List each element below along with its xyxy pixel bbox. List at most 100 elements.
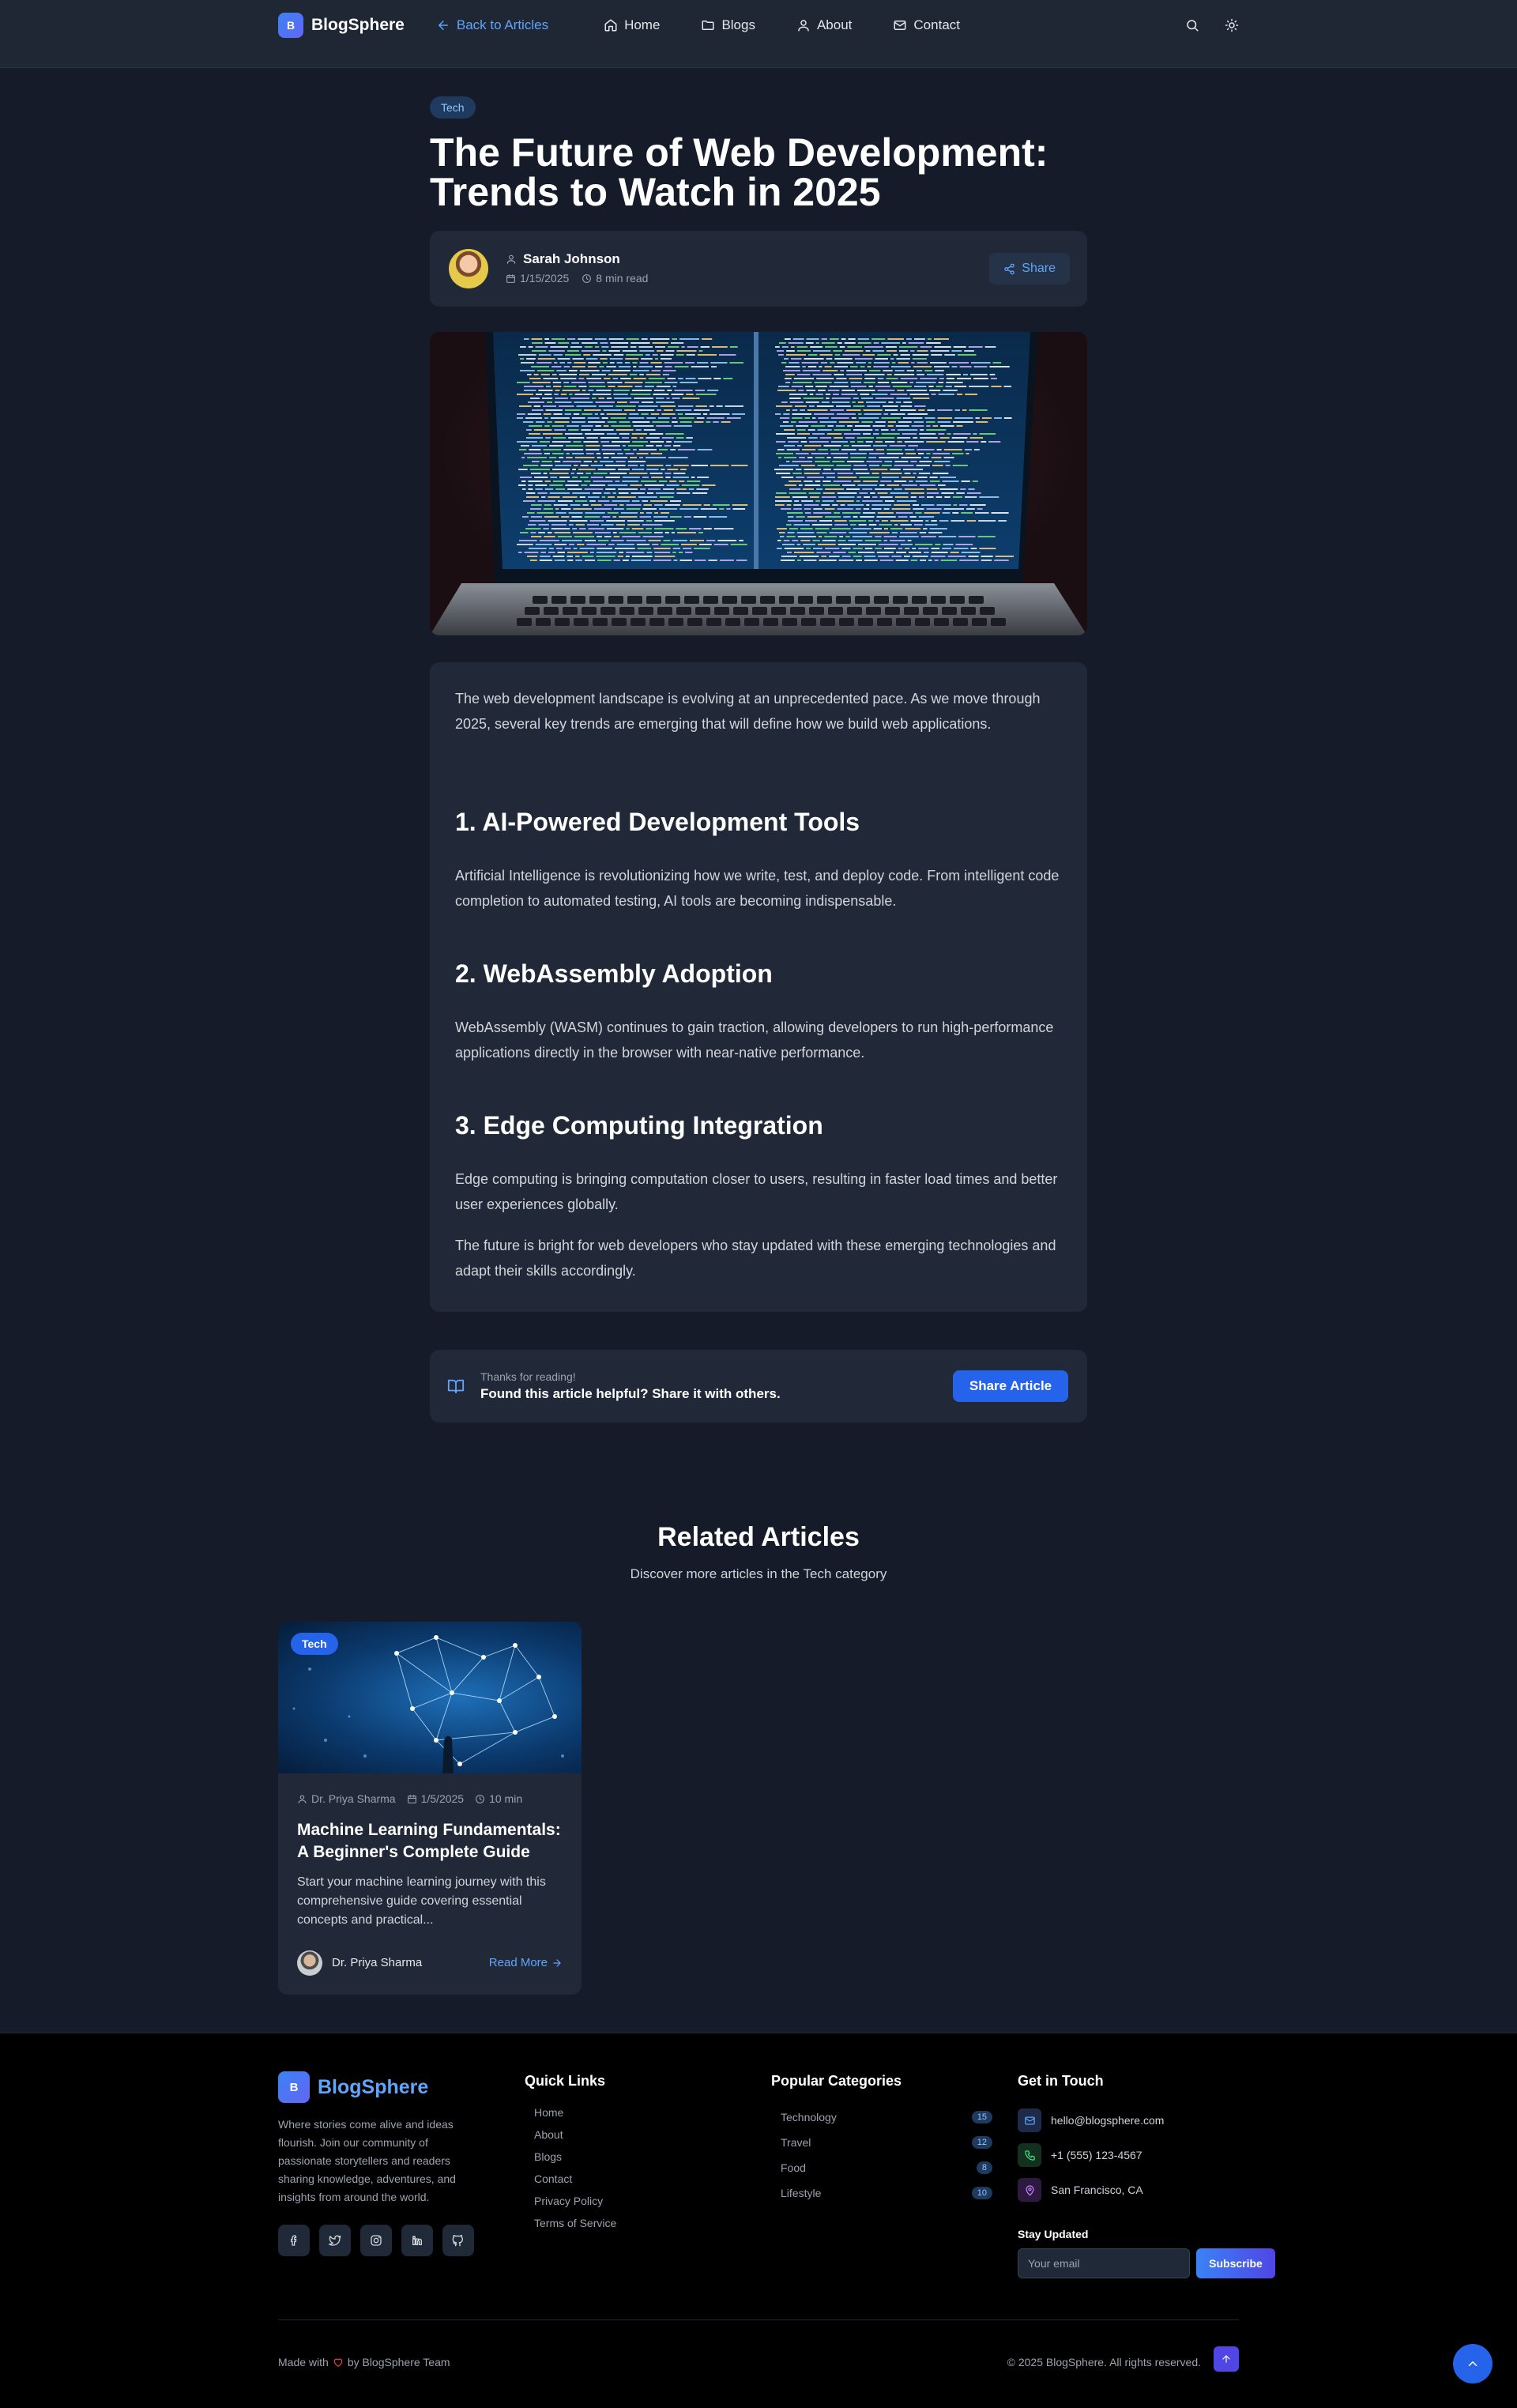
code-line	[695, 390, 706, 391]
code-line	[618, 366, 631, 367]
back-to-articles-link[interactable]: Back to Articles	[436, 17, 548, 33]
code-line	[864, 548, 873, 549]
code-line	[631, 560, 652, 561]
quick-link-terms[interactable]: Terms of Service	[534, 2215, 616, 2237]
code-line	[808, 492, 821, 494]
code-line	[796, 350, 811, 352]
share-button[interactable]: Share	[989, 253, 1070, 285]
code-line	[653, 390, 665, 391]
code-line	[807, 477, 824, 478]
instagram-link[interactable]	[360, 2225, 392, 2256]
code-line	[804, 480, 813, 482]
code-line	[960, 488, 966, 490]
code-line	[838, 496, 855, 498]
category-tag[interactable]: Tech	[430, 96, 476, 119]
code-line	[822, 480, 831, 482]
code-line	[863, 512, 875, 514]
brand-name[interactable]: BlogSphere	[311, 16, 405, 35]
code-line	[570, 473, 574, 474]
code-line	[635, 429, 642, 431]
code-line	[625, 358, 639, 360]
share-article-button[interactable]: Share Article	[953, 1370, 1068, 1402]
quick-link-home[interactable]: Home	[534, 2105, 616, 2127]
code-line	[991, 512, 1009, 514]
code-line	[592, 394, 612, 395]
code-line	[629, 473, 648, 474]
code-line	[566, 457, 573, 458]
code-line	[804, 445, 822, 447]
code-line	[935, 496, 943, 498]
footer-logo-badge[interactable]: B	[278, 2071, 310, 2103]
nav-link-blogs[interactable]: Blogs	[701, 17, 755, 33]
code-line	[605, 465, 626, 466]
code-line	[663, 488, 675, 490]
code-line	[702, 338, 713, 340]
code-line	[798, 421, 818, 423]
scroll-to-top-button[interactable]	[1453, 2344, 1493, 2384]
card-category-tag[interactable]: Tech	[291, 1633, 338, 1655]
code-line	[864, 556, 876, 557]
facebook-link[interactable]	[278, 2225, 310, 2256]
code-line	[893, 354, 898, 356]
code-line	[931, 548, 940, 549]
code-line	[559, 362, 566, 364]
quick-link-privacy[interactable]: Privacy Policy	[534, 2193, 616, 2215]
code-line	[817, 465, 834, 466]
code-line	[864, 382, 875, 383]
category-item-food[interactable]: Food 8	[781, 2155, 992, 2180]
quick-link-blogs[interactable]: Blogs	[534, 2149, 616, 2171]
nav-link-contact[interactable]: Contact	[893, 17, 960, 33]
code-line	[611, 425, 631, 427]
subscribe-button[interactable]: Subscribe	[1196, 2248, 1275, 2278]
code-line	[821, 342, 835, 344]
code-line	[588, 421, 605, 423]
code-line	[886, 378, 898, 379]
category-item-technology[interactable]: Technology 15	[781, 2105, 992, 2130]
author-card: Sarah Johnson 1/15/2025 8 min read Share	[430, 231, 1087, 307]
code-line	[785, 354, 807, 356]
related-article-card[interactable]: Tech Dr. Priya Sharma 1/5/2025 10 min Ma…	[278, 1622, 582, 1995]
contact-phone[interactable]: +1 (555) 123-4567	[1051, 2149, 1142, 2161]
code-line	[664, 532, 669, 533]
code-line	[994, 417, 1002, 419]
code-line	[849, 453, 867, 454]
footer-scroll-top-button[interactable]	[1214, 2346, 1239, 2372]
code-line	[566, 453, 570, 454]
card-title[interactable]: Machine Learning Fundamentals: A Beginne…	[297, 1819, 566, 1863]
twitter-link[interactable]	[319, 2225, 351, 2256]
code-line	[554, 560, 566, 561]
code-line	[545, 409, 563, 411]
linkedin-link[interactable]	[401, 2225, 433, 2256]
newsletter-email-input[interactable]	[1018, 2248, 1190, 2278]
footer-brand[interactable]: BlogSphere	[318, 2076, 428, 2099]
code-line	[785, 382, 791, 383]
github-link[interactable]	[442, 2225, 474, 2256]
quick-link-about[interactable]: About	[534, 2127, 616, 2149]
code-line	[890, 492, 909, 494]
nav-link-home[interactable]: Home	[604, 17, 660, 33]
code-line	[929, 362, 947, 364]
code-line	[554, 429, 567, 431]
code-line	[544, 425, 550, 427]
code-line	[520, 346, 526, 348]
contact-email[interactable]: hello@blogsphere.com	[1051, 2114, 1164, 2127]
code-line	[789, 528, 798, 529]
quick-link-contact[interactable]: Contact	[534, 2171, 616, 2193]
code-line	[547, 401, 553, 403]
keyboard-key	[817, 596, 832, 604]
search-icon[interactable]	[1185, 18, 1199, 32]
code-line	[815, 386, 827, 387]
code-line	[876, 516, 896, 518]
code-line	[812, 374, 832, 375]
code-line	[875, 429, 879, 431]
read-more-link[interactable]: Read More	[489, 1956, 563, 1969]
logo-badge[interactable]: B	[278, 13, 303, 38]
category-item-travel[interactable]: Travel 12	[781, 2130, 992, 2155]
code-line	[951, 366, 958, 367]
nav-link-about[interactable]: About	[796, 17, 852, 33]
code-line	[552, 437, 567, 439]
code-line	[868, 453, 885, 454]
hero-image	[430, 332, 1087, 635]
sun-icon[interactable]	[1225, 18, 1239, 32]
category-item-lifestyle[interactable]: Lifestyle 10	[781, 2180, 992, 2206]
